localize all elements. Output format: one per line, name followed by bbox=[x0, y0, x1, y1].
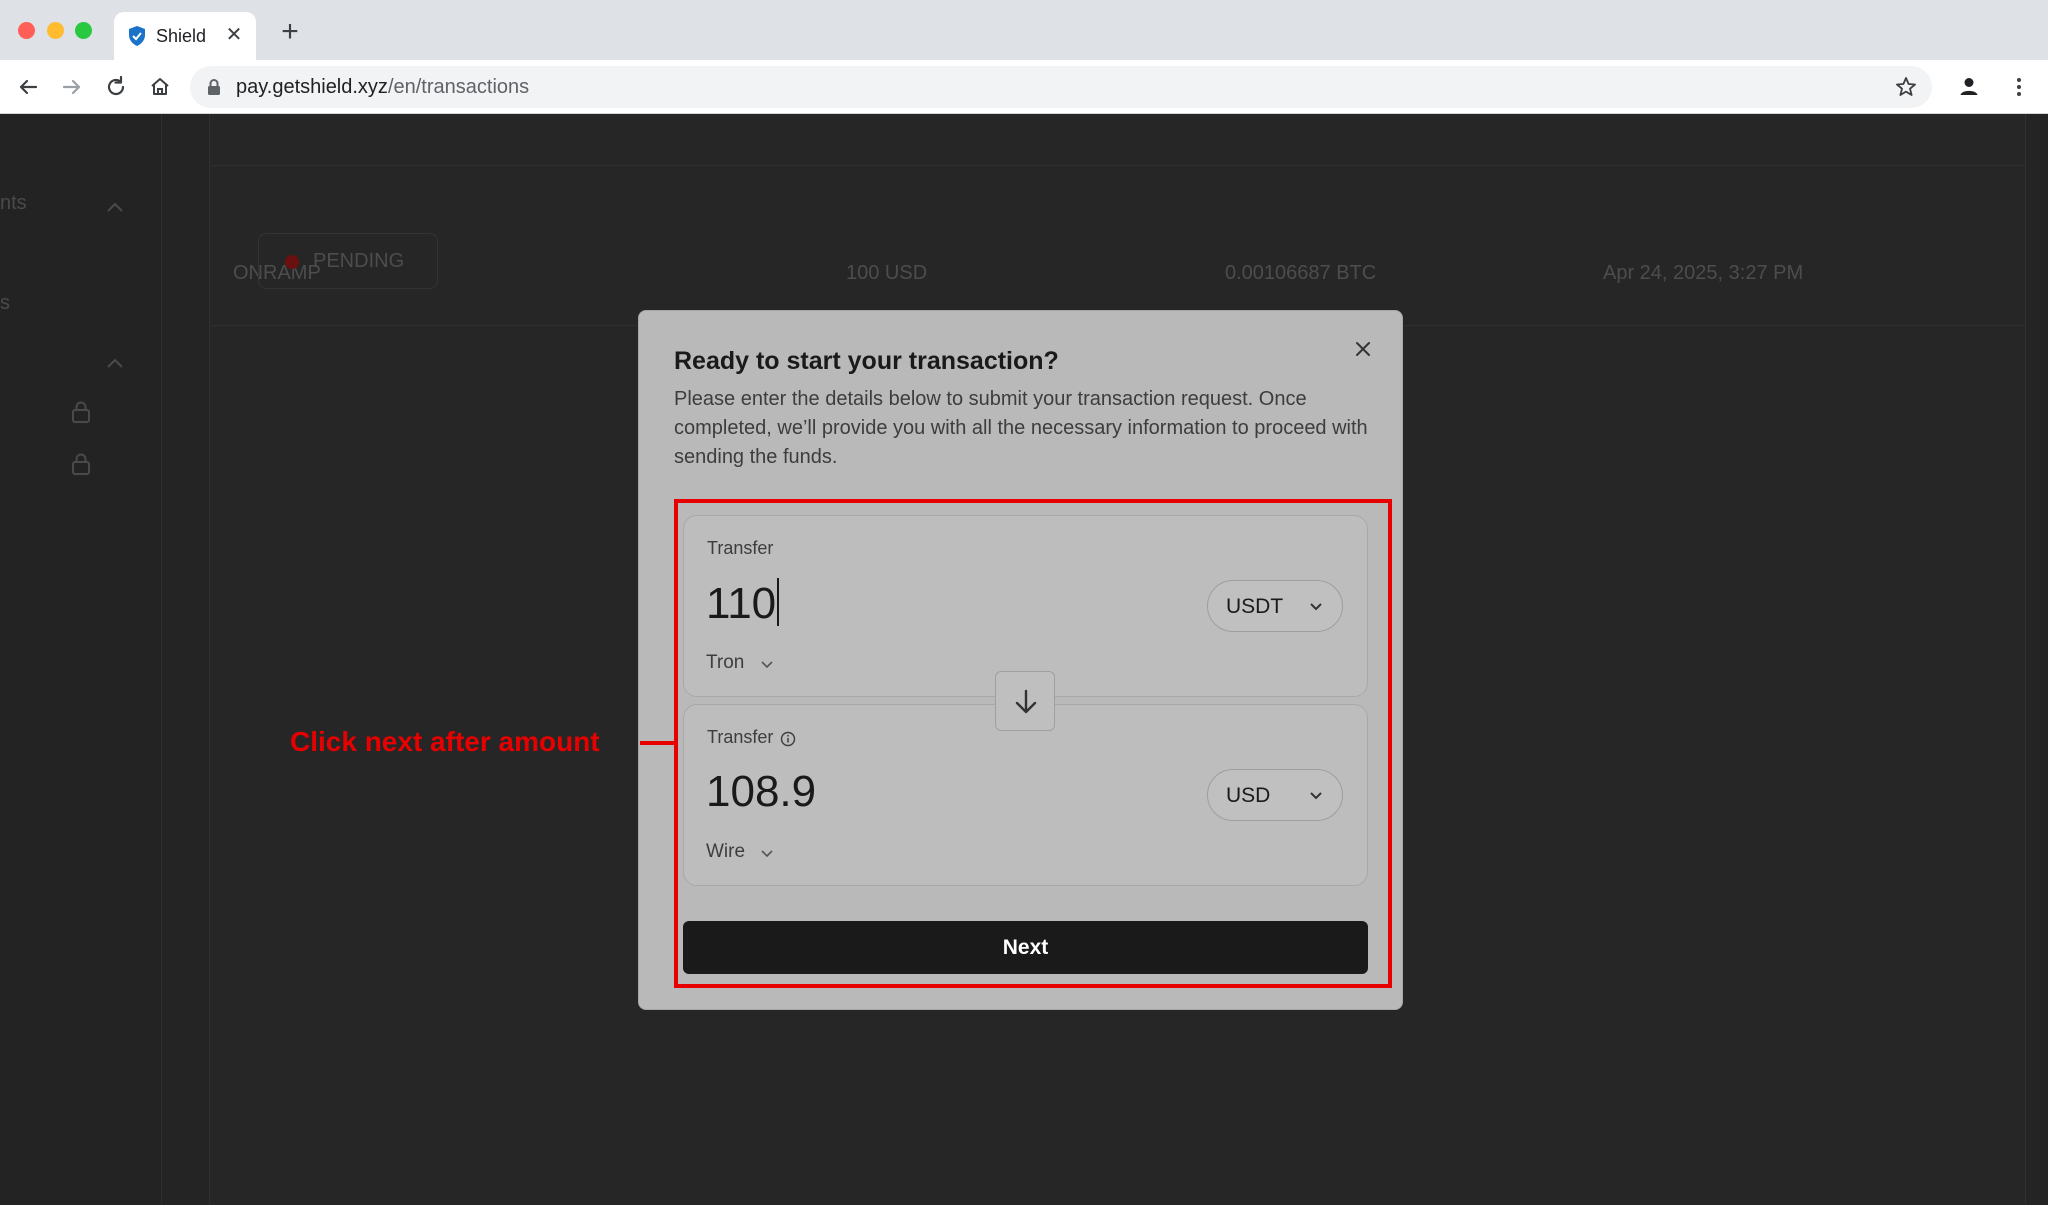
sidebar-item-label[interactable]: nts bbox=[0, 192, 27, 215]
status-dot-icon bbox=[285, 255, 299, 269]
home-icon[interactable] bbox=[146, 73, 174, 101]
modal-description: Please enter the details below to submit… bbox=[674, 388, 1368, 468]
tab-close-icon[interactable]: ✕ bbox=[222, 23, 246, 47]
browser-menu-icon[interactable] bbox=[2005, 73, 2033, 101]
bookmark-star-icon[interactable] bbox=[1894, 75, 1918, 99]
profile-icon[interactable] bbox=[1956, 74, 1982, 100]
lock-icon bbox=[208, 79, 220, 95]
reload-icon[interactable] bbox=[102, 73, 130, 101]
window-minimize-button[interactable] bbox=[47, 22, 64, 39]
new-tab-button[interactable]: + bbox=[276, 17, 304, 47]
status-badge-label: PENDING bbox=[313, 250, 405, 272]
lock-icon bbox=[72, 401, 90, 423]
content-header bbox=[211, 114, 2026, 166]
address-bar[interactable]: pay.getshield.xyz/en/transactions bbox=[190, 66, 1932, 108]
chevron-up-icon[interactable] bbox=[104, 356, 126, 370]
sidebar-item-label[interactable]: s bbox=[0, 292, 10, 315]
annotation-highlight-box bbox=[674, 499, 1392, 988]
sidebar: nts s bbox=[0, 114, 162, 1205]
url-text: pay.getshield.xyz/en/transactions bbox=[236, 76, 530, 98]
window-close-button[interactable] bbox=[18, 22, 35, 39]
back-arrow-icon[interactable] bbox=[14, 73, 42, 101]
chevron-up-icon[interactable] bbox=[104, 200, 126, 214]
transaction-date: Apr 24, 2025, 3:27 PM bbox=[1603, 262, 1804, 284]
page-scrollbar-area bbox=[2025, 114, 2048, 1205]
tab-title: Shield bbox=[156, 26, 207, 46]
status-badge: PENDING bbox=[258, 233, 438, 289]
transaction-amount: 100 USD bbox=[846, 262, 928, 284]
lock-icon bbox=[72, 453, 90, 475]
close-icon[interactable] bbox=[1351, 337, 1375, 361]
shield-icon bbox=[129, 26, 145, 46]
browser-tab-shield[interactable]: Shield ✕ bbox=[114, 12, 256, 60]
window-maximize-button[interactable] bbox=[75, 22, 92, 39]
transaction-crypto-amount: 0.00106687 BTC bbox=[1225, 262, 1377, 284]
sidebar-rail bbox=[162, 114, 210, 1205]
annotation-text: Click next after amount bbox=[290, 726, 600, 757]
forward-arrow-icon[interactable] bbox=[58, 73, 86, 101]
modal-title: Ready to start your transaction? bbox=[674, 347, 1059, 375]
browser-toolbar: pay.getshield.xyz/en/transactions bbox=[0, 60, 2048, 114]
annotation-connector bbox=[640, 741, 676, 745]
browser-tab-bar: Shield ✕ + bbox=[0, 0, 2048, 60]
